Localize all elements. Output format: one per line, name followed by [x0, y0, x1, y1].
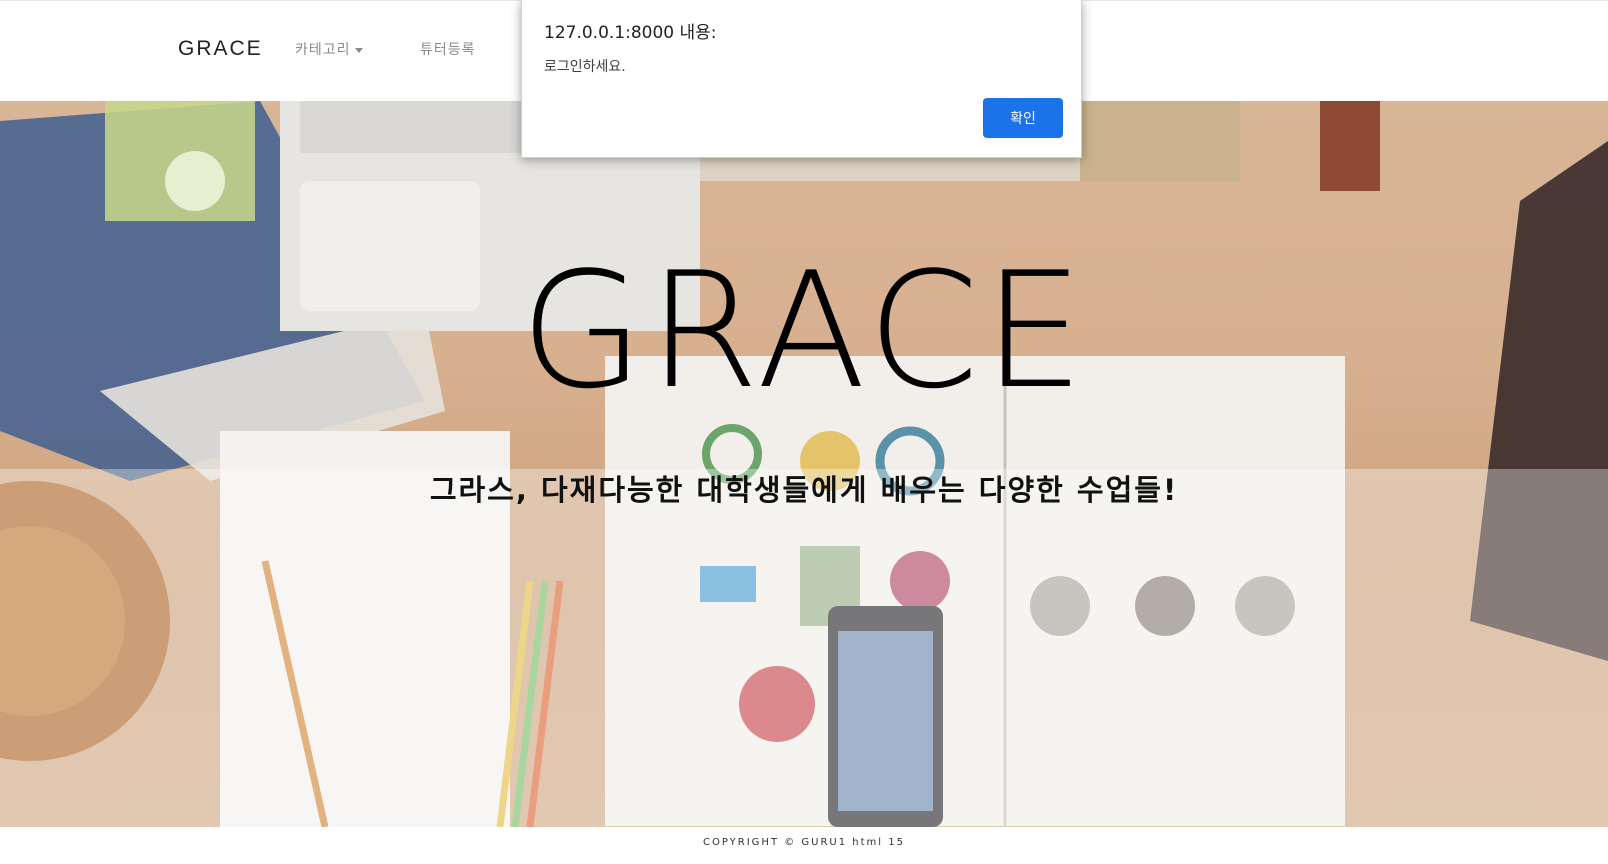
hero-title: GRACE [519, 237, 1089, 424]
hero-subtitle: 그라스, 다재다능한 대학생들에게 배우는 다양한 수업들! [429, 473, 1179, 507]
nav-tutor-register[interactable]: 튜터등록 [420, 39, 476, 59]
footer: COPYRIGHT © GURU1 html 15 [0, 827, 1608, 864]
alert-message: 로그인하세요. [544, 59, 626, 75]
alert-dialog: 127.0.0.1:8000 내용: 로그인하세요. 확인 [521, 0, 1082, 158]
hero-section: GRACE 그라스, 다재다능한 대학생들에게 배우는 다양한 수업들! [0, 101, 1608, 827]
ok-button[interactable]: 확인 [983, 98, 1063, 138]
nav-category-label: 카테고리 [295, 42, 351, 58]
nav-category-dropdown[interactable]: 카테고리 [295, 39, 363, 59]
chevron-down-icon [354, 47, 363, 53]
alert-title: 127.0.0.1:8000 내용: [544, 23, 717, 43]
hero-overlay-band [0, 469, 1608, 827]
copyright-text: COPYRIGHT © GURU1 html 15 [703, 837, 905, 848]
brand-logo[interactable]: GRACE [178, 37, 263, 61]
